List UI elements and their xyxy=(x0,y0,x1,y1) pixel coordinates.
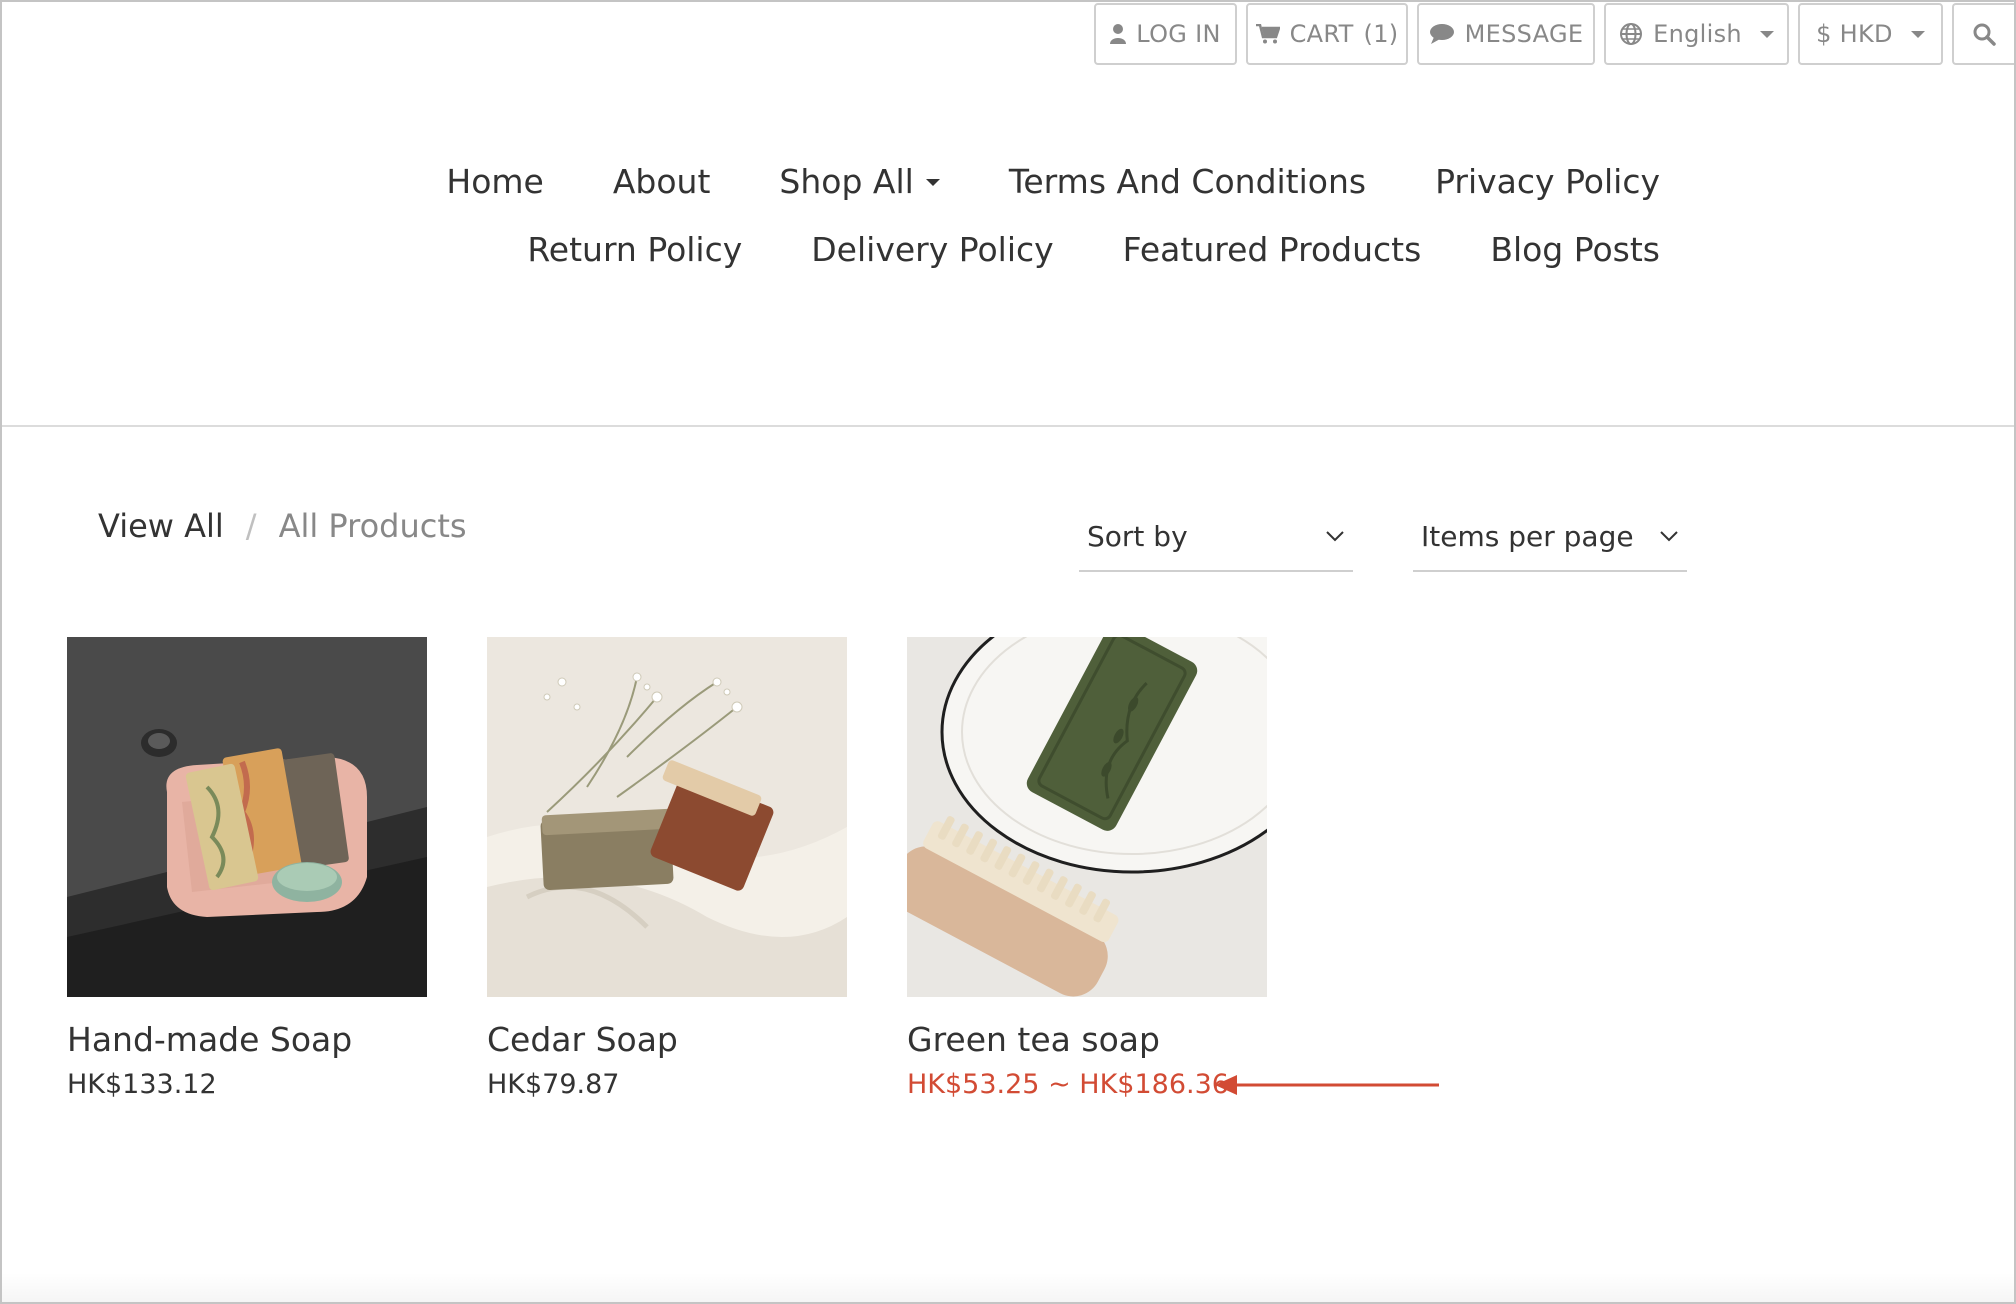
breadcrumb-all-products: All Products xyxy=(278,507,467,545)
nav-item-shop-all[interactable]: Shop All xyxy=(779,162,940,202)
top-utility-bar: LOG IN CART (1) MESSAGE English $ HKD xyxy=(1094,3,2014,65)
chevron-down-icon xyxy=(1659,530,1679,542)
nav-label: Home xyxy=(446,162,544,201)
chevron-down-icon xyxy=(1325,530,1345,542)
product-image-cedar-soap[interactable] xyxy=(487,637,847,997)
language-label: English xyxy=(1653,20,1742,48)
caret-down-icon xyxy=(1759,30,1774,38)
login-button[interactable]: LOG IN xyxy=(1094,3,1237,65)
product-name[interactable]: Hand-made Soap xyxy=(67,1019,427,1061)
nav-item-return[interactable]: Return Policy xyxy=(527,230,742,270)
nav-label: Privacy Policy xyxy=(1435,162,1660,201)
caret-down-icon xyxy=(925,178,940,186)
product-name[interactable]: Cedar Soap xyxy=(487,1019,847,1061)
nav-label: Featured Products xyxy=(1122,230,1422,269)
cart-icon xyxy=(1255,24,1280,44)
search-icon xyxy=(1972,22,1996,46)
nav-item-privacy[interactable]: Privacy Policy xyxy=(1435,162,1660,202)
product-price: HK$79.87 xyxy=(487,1069,620,1100)
nav-label: Delivery Policy xyxy=(811,230,1054,269)
globe-icon xyxy=(1619,22,1643,46)
cart-label: CART xyxy=(1289,20,1354,48)
currency-dropdown[interactable]: $ HKD xyxy=(1798,3,1943,65)
items-per-page-label: Items per page xyxy=(1421,519,1634,553)
user-icon xyxy=(1110,23,1127,45)
message-button[interactable]: MESSAGE xyxy=(1417,3,1595,65)
cart-button[interactable]: CART (1) xyxy=(1246,3,1408,65)
annotation-arrow-icon xyxy=(1215,1075,1439,1095)
login-label: LOG IN xyxy=(1136,20,1221,48)
sort-by-select[interactable]: Sort by xyxy=(1079,502,1353,572)
sort-by-label: Sort by xyxy=(1087,519,1188,553)
language-dropdown[interactable]: English xyxy=(1604,3,1789,65)
search-button[interactable] xyxy=(1952,3,2014,65)
nav-label: About xyxy=(612,162,711,201)
page: LOG IN CART (1) MESSAGE English $ HKD Ho… xyxy=(0,0,2016,1304)
chat-icon xyxy=(1429,23,1455,45)
product-card[interactable]: Cedar Soap HK$79.87 xyxy=(487,637,847,1103)
main-nav: Home About Shop All Terms And Conditions… xyxy=(252,162,1660,270)
currency-label: $ HKD xyxy=(1816,20,1893,48)
product-name[interactable]: Green tea soap xyxy=(907,1019,1267,1061)
nav-label: Terms And Conditions xyxy=(1008,162,1367,201)
message-label: MESSAGE xyxy=(1464,20,1584,48)
nav-item-about[interactable]: About xyxy=(613,162,711,202)
nav-item-featured[interactable]: Featured Products xyxy=(1123,230,1422,270)
product-card[interactable]: Hand-made Soap HK$133.12 xyxy=(67,637,427,1103)
items-per-page-select[interactable]: Items per page xyxy=(1413,502,1687,572)
header-divider xyxy=(2,425,2014,427)
product-card[interactable]: Green tea soap HK$53.25 ~ HK$186.36 xyxy=(907,637,1267,1103)
cart-count: (1) xyxy=(1363,20,1399,48)
nav-label: Blog Posts xyxy=(1490,230,1660,269)
breadcrumb-separator: / xyxy=(245,507,257,545)
product-price: HK$53.25 ~ HK$186.36 xyxy=(907,1069,1229,1100)
nav-label: Shop All xyxy=(779,162,914,201)
caret-down-icon xyxy=(1910,30,1925,38)
product-image-green-tea-soap[interactable] xyxy=(907,637,1267,997)
breadcrumb: View All / All Products xyxy=(98,507,467,545)
breadcrumb-view-all[interactable]: View All xyxy=(98,507,224,545)
nav-item-blog[interactable]: Blog Posts xyxy=(1490,230,1660,270)
product-image-handmade-soap[interactable] xyxy=(67,637,427,997)
nav-item-terms[interactable]: Terms And Conditions xyxy=(1009,162,1366,202)
bottom-shadow xyxy=(2,1272,2014,1302)
nav-item-home[interactable]: Home xyxy=(446,162,543,202)
nav-label: Return Policy xyxy=(527,230,743,269)
nav-item-delivery[interactable]: Delivery Policy xyxy=(811,230,1053,270)
product-price: HK$133.12 xyxy=(67,1069,217,1100)
